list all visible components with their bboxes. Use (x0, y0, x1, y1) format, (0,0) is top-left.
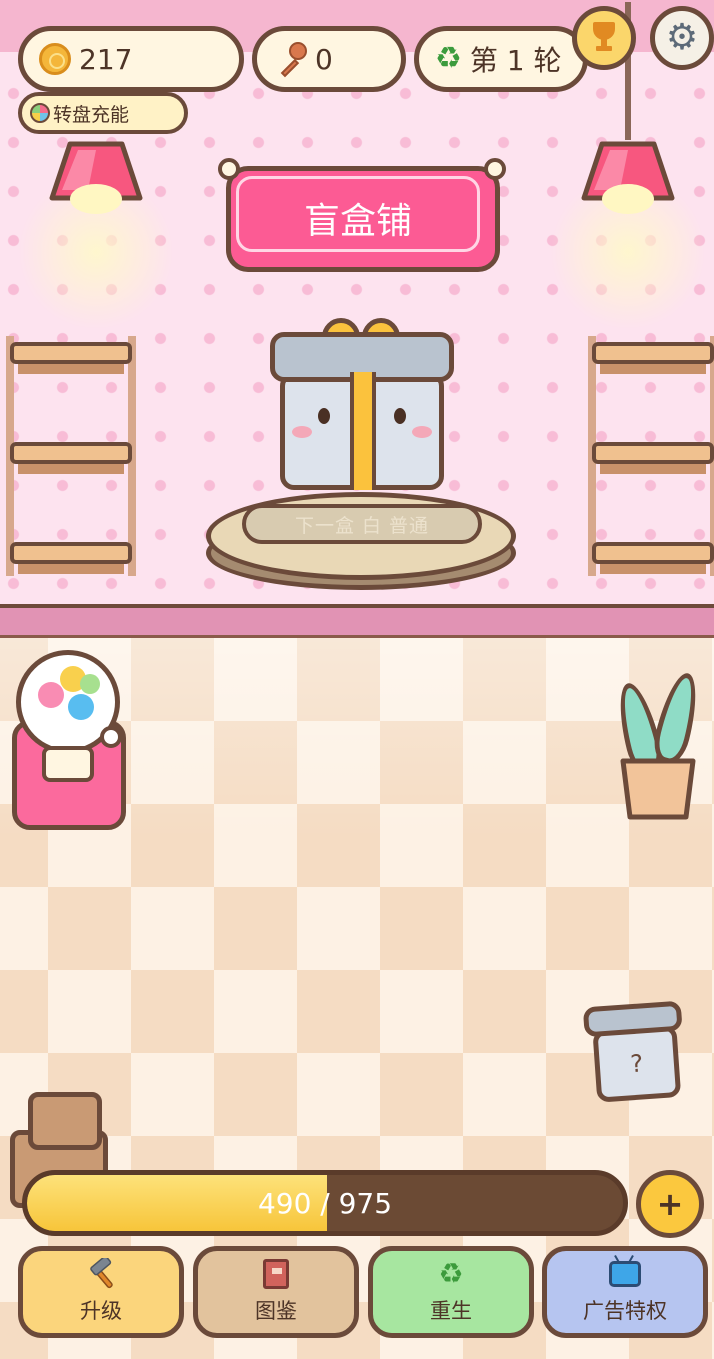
upgrade-label: 升级 (80, 1299, 122, 1323)
game-screen: 盲盒铺 下一盒 白 普通 ? 217 0 ♻ 第 1 轮 ⚙ 转盘充能 490 … (0, 0, 714, 1359)
round-counter: ♻ 第 1 轮 (414, 26, 588, 92)
plus-icon: + (656, 1185, 684, 1223)
potted-plant (611, 669, 705, 822)
blind-box[interactable] (270, 318, 454, 498)
recycle-icon: ♻ (438, 1257, 464, 1290)
trophy-button[interactable] (572, 6, 636, 70)
wheel-charge-button[interactable]: 转盘充能 (18, 92, 188, 134)
next-box-label: 下一盒 白 普通 (242, 504, 482, 544)
hanging-lamp-right (540, 2, 714, 332)
trophy-icon (589, 22, 619, 54)
wheel-charge-label: 转盘充能 (53, 103, 130, 126)
shop-sign: 盲盒铺 (218, 158, 506, 272)
shelf-right (588, 336, 714, 580)
round-label: 第 1 轮 (469, 44, 562, 77)
progress-text: 490 / 975 (257, 1186, 393, 1220)
key-counter: 0 (252, 26, 406, 92)
tv-icon (609, 1261, 641, 1287)
mystery-jar[interactable]: ? (578, 996, 689, 1107)
key-icon (273, 42, 307, 78)
progress-bar: 490 / 975 (22, 1170, 628, 1236)
wall-baseboard (0, 604, 714, 638)
gear-icon: ⚙ (665, 17, 699, 58)
wheel-icon (30, 103, 50, 123)
key-count: 0 (315, 42, 333, 76)
hammer-icon (85, 1258, 117, 1289)
ad-perks-button[interactable]: 广告特权 (542, 1246, 708, 1338)
rebirth-label: 重生 (430, 1299, 472, 1323)
ad-perks-label: 广告特权 (583, 1299, 667, 1323)
settings-button[interactable]: ⚙ (650, 6, 714, 70)
coin-counter: 217 (18, 26, 244, 92)
crate-top (28, 1092, 102, 1150)
collection-button[interactable]: 图鉴 (193, 1246, 359, 1338)
coin-count: 217 (79, 42, 133, 76)
jar-question-mark: ? (592, 1024, 682, 1103)
coin-icon (39, 43, 71, 75)
upgrade-button[interactable]: 升级 (18, 1246, 184, 1338)
recycle-icon: ♻ (435, 41, 462, 76)
shelf-left (6, 336, 136, 580)
rebirth-button[interactable]: ♻ 重生 (368, 1246, 534, 1338)
add-button[interactable]: + (636, 1170, 704, 1238)
book-icon (263, 1259, 289, 1289)
shop-title: 盲盒铺 (236, 176, 480, 252)
gumball-machine[interactable] (12, 650, 126, 832)
collection-label: 图鉴 (255, 1299, 297, 1323)
